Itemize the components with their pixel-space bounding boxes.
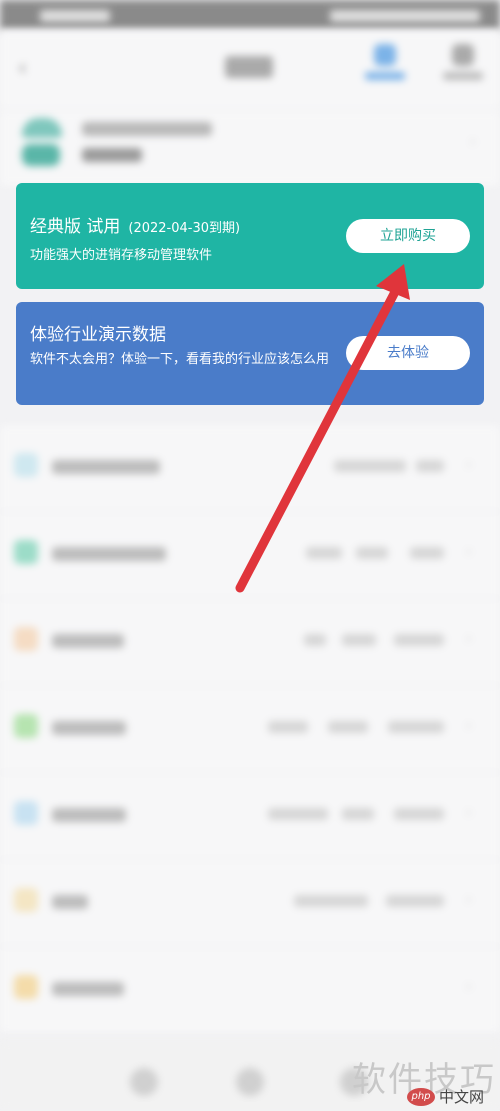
- list-item[interactable]: ›: [0, 947, 500, 1034]
- chevron-right-icon: ›: [470, 134, 476, 150]
- nav-action-service[interactable]: [362, 44, 408, 96]
- trial-card: 经典版 试用 (2022-04-30到期) 功能强大的进销存移动管理软件 立即购买: [16, 183, 484, 289]
- watermark-site: php 中文网: [407, 1086, 495, 1108]
- demo-description: 软件不太会用？体验一下，看看我的行业应该怎么用: [30, 352, 330, 367]
- profile-row[interactable]: ›: [0, 110, 500, 186]
- back-arrow-icon[interactable]: ‹: [18, 56, 34, 81]
- nav-action-settings[interactable]: [440, 44, 486, 96]
- list-item[interactable]: ›: [0, 425, 500, 512]
- chevron-right-icon: ›: [466, 805, 472, 821]
- tab-home-icon[interactable]: [130, 1068, 158, 1096]
- menu-icon: [14, 888, 38, 912]
- menu-icon: [14, 627, 38, 651]
- user-role: [82, 148, 142, 162]
- list-item[interactable]: ›: [0, 686, 500, 773]
- menu-icon: [14, 453, 38, 477]
- page-title: [225, 56, 273, 78]
- list-item[interactable]: ›: [0, 599, 500, 686]
- avatar: [22, 118, 62, 168]
- service-icon: [374, 44, 396, 66]
- status-icons: [330, 10, 480, 22]
- menu-icon: [14, 714, 38, 738]
- demo-card: 体验行业演示数据 软件不太会用？体验一下，看看我的行业应该怎么用 去体验: [16, 302, 484, 405]
- watermark-site-text: 中文网: [439, 1088, 485, 1106]
- menu-icon: [14, 801, 38, 825]
- menu-icon: [14, 540, 38, 564]
- list-item[interactable]: ›: [0, 860, 500, 947]
- try-demo-button[interactable]: 去体验: [346, 336, 470, 370]
- nav-bar: ‹: [0, 30, 500, 110]
- chevron-right-icon: ›: [466, 544, 472, 560]
- chevron-right-icon: ›: [466, 892, 472, 908]
- php-logo-icon: php: [407, 1087, 435, 1106]
- status-time: [40, 10, 110, 22]
- status-bar: [0, 0, 500, 30]
- tab-report-icon[interactable]: [236, 1068, 264, 1096]
- chevron-right-icon: ›: [466, 979, 472, 995]
- list-item[interactable]: ›: [0, 512, 500, 599]
- trial-title: 经典版 试用: [30, 217, 121, 237]
- menu-icon: [14, 975, 38, 999]
- chevron-right-icon: ›: [466, 631, 472, 647]
- trial-description: 功能强大的进销存移动管理软件: [30, 248, 213, 263]
- menu-list: › › › › › › ›: [0, 425, 500, 1034]
- chevron-right-icon: ›: [466, 457, 472, 473]
- trial-title-line: 经典版 试用 (2022-04-30到期): [30, 212, 240, 237]
- list-item[interactable]: ›: [0, 773, 500, 860]
- trial-expiry: (2022-04-30到期): [128, 221, 241, 236]
- buy-now-button[interactable]: 立即购买: [346, 219, 470, 253]
- settings-icon: [452, 44, 474, 66]
- demo-title: 体验行业演示数据: [30, 325, 166, 345]
- company-name: [82, 122, 212, 136]
- chevron-right-icon: ›: [466, 718, 472, 734]
